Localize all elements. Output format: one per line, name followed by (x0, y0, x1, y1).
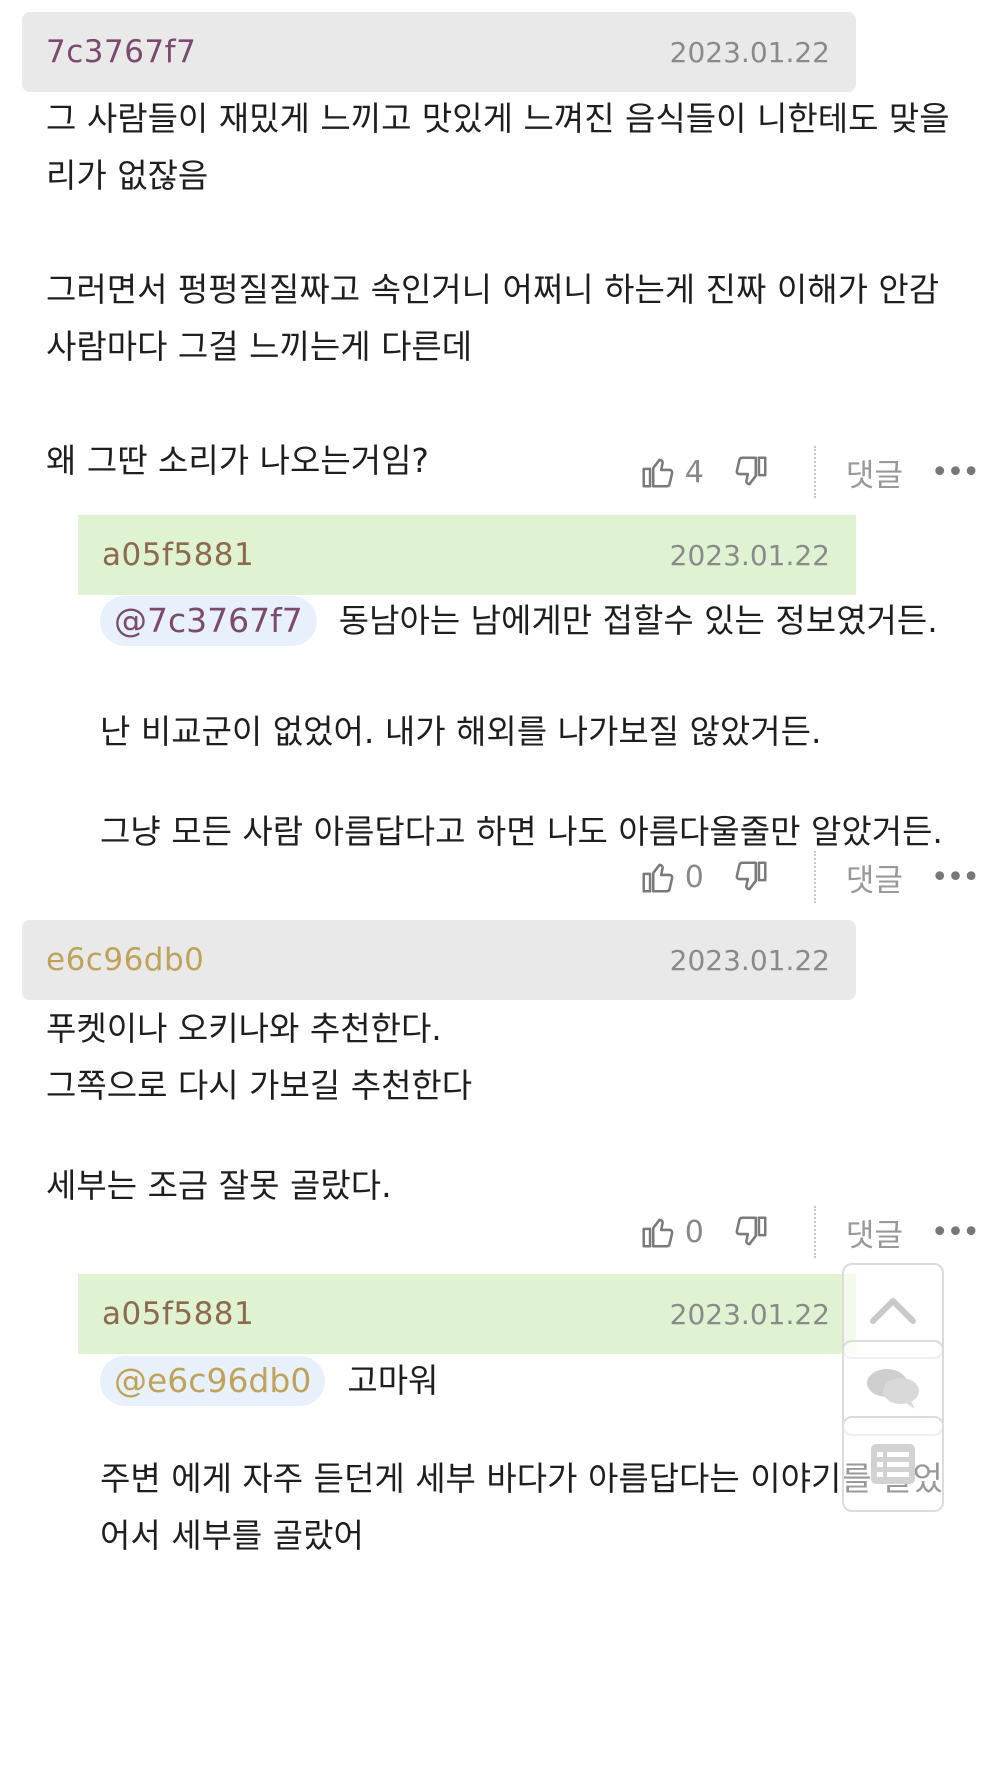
thumbs-down-icon (735, 861, 767, 891)
reply-text-line: 주변 에게 자주 듣던게 세부 바다가 아름답다는 이야기를 들었 (100, 1459, 943, 1498)
reply-button[interactable]: 댓글 (846, 450, 903, 495)
reply-body: @7c3767f7 동남아는 남에게만 접할수 있는 정보였거든. 난 비교군이 … (100, 596, 943, 860)
comment-actions: 0 댓글 ••• (639, 1206, 980, 1258)
reply-date: 2023.01.22 (669, 1298, 830, 1331)
comment-text-line: 푸켓이나 오키나와 추천한다. (46, 1009, 442, 1048)
like-count: 4 (684, 454, 704, 490)
mention-tag[interactable]: @e6c96db0 (100, 1356, 326, 1406)
like-button[interactable]: 0 (639, 1213, 732, 1251)
reply-button[interactable]: 댓글 (846, 855, 903, 900)
comment-text-line: 세부는 조금 잘못 골랐다. (46, 1166, 392, 1205)
reply-text-line: 고마워 (347, 1361, 439, 1400)
comment-author[interactable]: 7c3767f7 (46, 34, 196, 70)
comment-body: 푸켓이나 오키나와 추천한다. 그쪽으로 다시 가보길 추천한다 세부는 조금 … (46, 1000, 472, 1214)
more-options-button[interactable]: ••• (931, 455, 980, 490)
comment-date: 2023.01.22 (669, 36, 830, 69)
chat-bubbles-icon (867, 1369, 919, 1409)
dislike-button[interactable] (732, 858, 770, 896)
list-icon (871, 1444, 915, 1484)
thumbs-down-icon (735, 1216, 767, 1246)
comment-date: 2023.01.22 (669, 944, 830, 977)
like-button[interactable]: 0 (639, 858, 732, 896)
reply-actions: 0 댓글 ••• (639, 851, 980, 903)
comment-page: 7c3767f7 2023.01.22 그 사람들이 재밌게 느끼고 맛있게 느… (0, 0, 1000, 1785)
reply-date: 2023.01.22 (669, 539, 830, 572)
comment-actions: 4 댓글 ••• (639, 446, 980, 498)
thumbs-up-icon (642, 458, 674, 488)
comment-body: 그 사람들이 재밌게 느끼고 맛있게 느껴진 음식들이 니한테도 맞을 리가 없… (46, 90, 950, 489)
reply-text-line: 동남아는 남에게만 접할수 있는 정보였거든. (338, 601, 938, 640)
thumbs-up-icon (642, 863, 674, 893)
dislike-button[interactable] (732, 1213, 770, 1251)
more-options-button[interactable]: ••• (931, 860, 980, 895)
comment-text-line: 사람마다 그걸 느끼는게 다른데 (46, 327, 473, 366)
comment-text-line: 그쪽으로 다시 가보길 추천한다 (46, 1066, 473, 1105)
chevron-up-icon (870, 1298, 916, 1324)
thumbs-up-icon (642, 1218, 674, 1248)
actions-divider (813, 851, 816, 903)
comment-header: e6c96db0 2023.01.22 (22, 920, 856, 1000)
mention-tag[interactable]: @7c3767f7 (100, 596, 317, 646)
reply-text-line: 어서 세부를 골랐어 (100, 1516, 364, 1555)
reply-author[interactable]: a05f5881 (102, 1296, 254, 1332)
like-count: 0 (684, 1214, 704, 1250)
comment-text-line: 그러면서 펑펑질질짜고 속인거니 어쩌니 하는게 진짜 이해가 안감 (46, 270, 940, 309)
more-options-button[interactable]: ••• (931, 1215, 980, 1250)
like-button[interactable]: 4 (639, 453, 732, 491)
reply-header: a05f5881 2023.01.22 (78, 515, 856, 595)
reply-text-line: 난 비교군이 없었어. 내가 해외를 나가보질 않았거든. (100, 712, 822, 751)
dislike-button[interactable] (732, 453, 770, 491)
actions-divider (813, 446, 816, 498)
comment-header: 7c3767f7 2023.01.22 (22, 12, 856, 92)
actions-divider (813, 1206, 816, 1258)
reply-body: @e6c96db0 고마워 주변 에게 자주 듣던게 세부 바다가 아름답다는 이… (100, 1356, 943, 1564)
reply-author[interactable]: a05f5881 (102, 537, 254, 573)
reply-button[interactable]: 댓글 (846, 1210, 903, 1255)
list-button[interactable] (842, 1416, 944, 1512)
reply-header: a05f5881 2023.01.22 (78, 1274, 856, 1354)
thumbs-down-icon (735, 456, 767, 486)
comment-author[interactable]: e6c96db0 (46, 942, 204, 978)
comment-text-line: 리가 없잖음 (46, 156, 209, 195)
like-count: 0 (684, 859, 704, 895)
comment-text-line: 그 사람들이 재밌게 느끼고 맛있게 느껴진 음식들이 니한테도 맞을 (46, 99, 950, 138)
